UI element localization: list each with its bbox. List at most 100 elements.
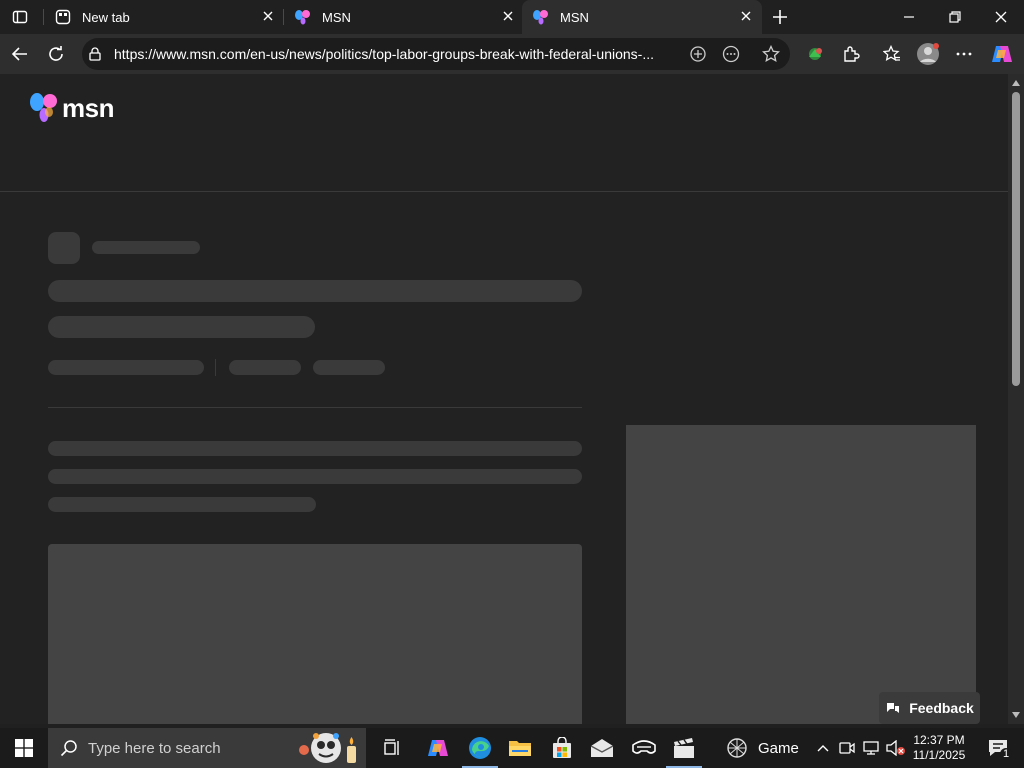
headline-line-placeholder	[48, 316, 315, 338]
notification-count: 1	[1000, 748, 1013, 760]
network-button[interactable]	[860, 728, 882, 768]
msn-butterfly-icon	[532, 8, 550, 26]
translate-icon[interactable]	[686, 42, 710, 66]
copilot-button[interactable]	[987, 39, 1017, 69]
tab-actions-button[interactable]	[6, 4, 34, 30]
chevron-up-icon	[817, 745, 829, 752]
windows-logo-icon	[15, 739, 33, 757]
extensions-button[interactable]	[836, 39, 866, 69]
article-image-placeholder	[48, 544, 582, 724]
meet-now-button[interactable]	[836, 728, 858, 768]
new-tab-button[interactable]	[766, 4, 794, 30]
back-arrow-icon	[11, 47, 27, 61]
mixed-reality-button[interactable]	[624, 728, 664, 768]
tab-new-tab[interactable]: New tab	[44, 0, 284, 34]
ellipsis-icon	[956, 52, 972, 56]
more-info-icon[interactable]	[719, 42, 743, 66]
close-icon[interactable]	[738, 8, 754, 24]
tab-msn-1[interactable]: MSN	[284, 0, 524, 34]
close-icon[interactable]	[260, 8, 276, 24]
clock[interactable]: 12:37 PM 11/1/2025	[908, 728, 970, 768]
shield-extension-icon	[809, 48, 822, 60]
clapperboard-icon	[674, 738, 694, 758]
feedback-icon	[885, 700, 901, 716]
publisher-logo-placeholder	[48, 232, 80, 264]
scroll-up-arrow-icon[interactable]	[1008, 76, 1024, 90]
body-line-placeholder	[48, 497, 316, 512]
minimize-icon	[904, 16, 914, 18]
back-button[interactable]	[5, 39, 35, 69]
msn-logo[interactable]: msn	[28, 92, 114, 124]
file-explorer-button[interactable]	[500, 728, 540, 768]
clipchamp-button[interactable]	[664, 728, 704, 768]
byline-placeholder	[313, 360, 385, 375]
section-divider	[48, 407, 582, 408]
task-view-button[interactable]	[372, 728, 412, 768]
tab-title: New tab	[82, 9, 130, 25]
task-view-icon	[384, 739, 399, 755]
page-scrollbar[interactable]	[1008, 74, 1024, 724]
favorites-button[interactable]	[877, 39, 907, 69]
notifications-button[interactable]: 1	[978, 728, 1018, 768]
scroll-thumb[interactable]	[1012, 92, 1020, 386]
search-icon	[60, 740, 77, 757]
msn-logo-text: msn	[62, 92, 114, 123]
copilot-taskbar-button[interactable]	[418, 728, 458, 768]
headset-icon	[632, 740, 656, 754]
scroll-down-arrow-icon[interactable]	[1008, 708, 1024, 722]
close-icon[interactable]	[500, 8, 516, 24]
search-placeholder: Type here to search	[88, 739, 221, 757]
sidebar-ad-placeholder	[626, 425, 976, 724]
site-info-icon[interactable]	[86, 45, 104, 63]
show-hidden-icons-button[interactable]	[812, 728, 834, 768]
store-bag-icon	[553, 737, 571, 758]
body-line-placeholder	[48, 441, 582, 456]
refresh-button[interactable]	[41, 39, 71, 69]
game-widget[interactable]: Game	[722, 728, 808, 768]
address-url[interactable]: https://www.msn.com/en-us/news/politics/…	[114, 46, 674, 62]
close-window-button[interactable]	[978, 0, 1024, 34]
copilot-icon	[992, 46, 1012, 62]
feedback-label: Feedback	[909, 700, 974, 716]
favorite-star-icon[interactable]	[759, 42, 783, 66]
close-icon	[995, 11, 1007, 23]
game-ball-icon	[727, 738, 747, 758]
puzzle-icon	[844, 46, 860, 62]
edge-icon	[469, 737, 491, 759]
video-camera-icon	[839, 742, 855, 754]
headline-line-placeholder	[48, 280, 582, 302]
address-bar[interactable]: https://www.msn.com/en-us/news/politics/…	[82, 38, 790, 70]
tab-actions-icon	[12, 10, 28, 24]
search-highlight-illustration	[299, 733, 356, 763]
minimize-button[interactable]	[886, 0, 932, 34]
taskbar-search-box[interactable]: Type here to search	[48, 728, 366, 768]
tab-title: MSN	[322, 9, 351, 25]
tab-strip: New tab MSN MSN	[0, 0, 1024, 34]
volume-button[interactable]	[884, 728, 908, 768]
settings-more-button[interactable]	[949, 39, 979, 69]
edge-taskbar-button[interactable]	[460, 728, 500, 768]
byline-placeholder	[48, 360, 204, 375]
start-button[interactable]	[0, 728, 48, 768]
clock-time: 12:37 PM	[913, 733, 965, 747]
msn-butterfly-icon	[294, 8, 312, 26]
favorites-icon	[883, 45, 900, 61]
windows-taskbar: Type here to search Game 12:37 PM 11/1/2…	[0, 728, 1024, 768]
restore-button[interactable]	[932, 0, 978, 34]
mail-icon	[590, 739, 614, 757]
avatar-icon	[917, 43, 939, 65]
copilot-icon	[428, 740, 448, 756]
feedback-button[interactable]: Feedback	[879, 692, 980, 724]
browser-essentials-button[interactable]	[800, 39, 830, 69]
refresh-icon	[49, 46, 63, 61]
newtab-icon	[54, 8, 72, 26]
msn-butterfly-icon	[30, 93, 57, 122]
byline-placeholder	[229, 360, 301, 375]
msn-header: msn	[0, 74, 1008, 192]
browser-toolbar: https://www.msn.com/en-us/news/politics/…	[0, 34, 1024, 74]
profile-button[interactable]	[913, 39, 943, 69]
tab-msn-active[interactable]: MSN	[522, 0, 762, 34]
folder-icon	[509, 741, 531, 756]
mail-button[interactable]	[582, 728, 622, 768]
microsoft-store-button[interactable]	[542, 728, 582, 768]
